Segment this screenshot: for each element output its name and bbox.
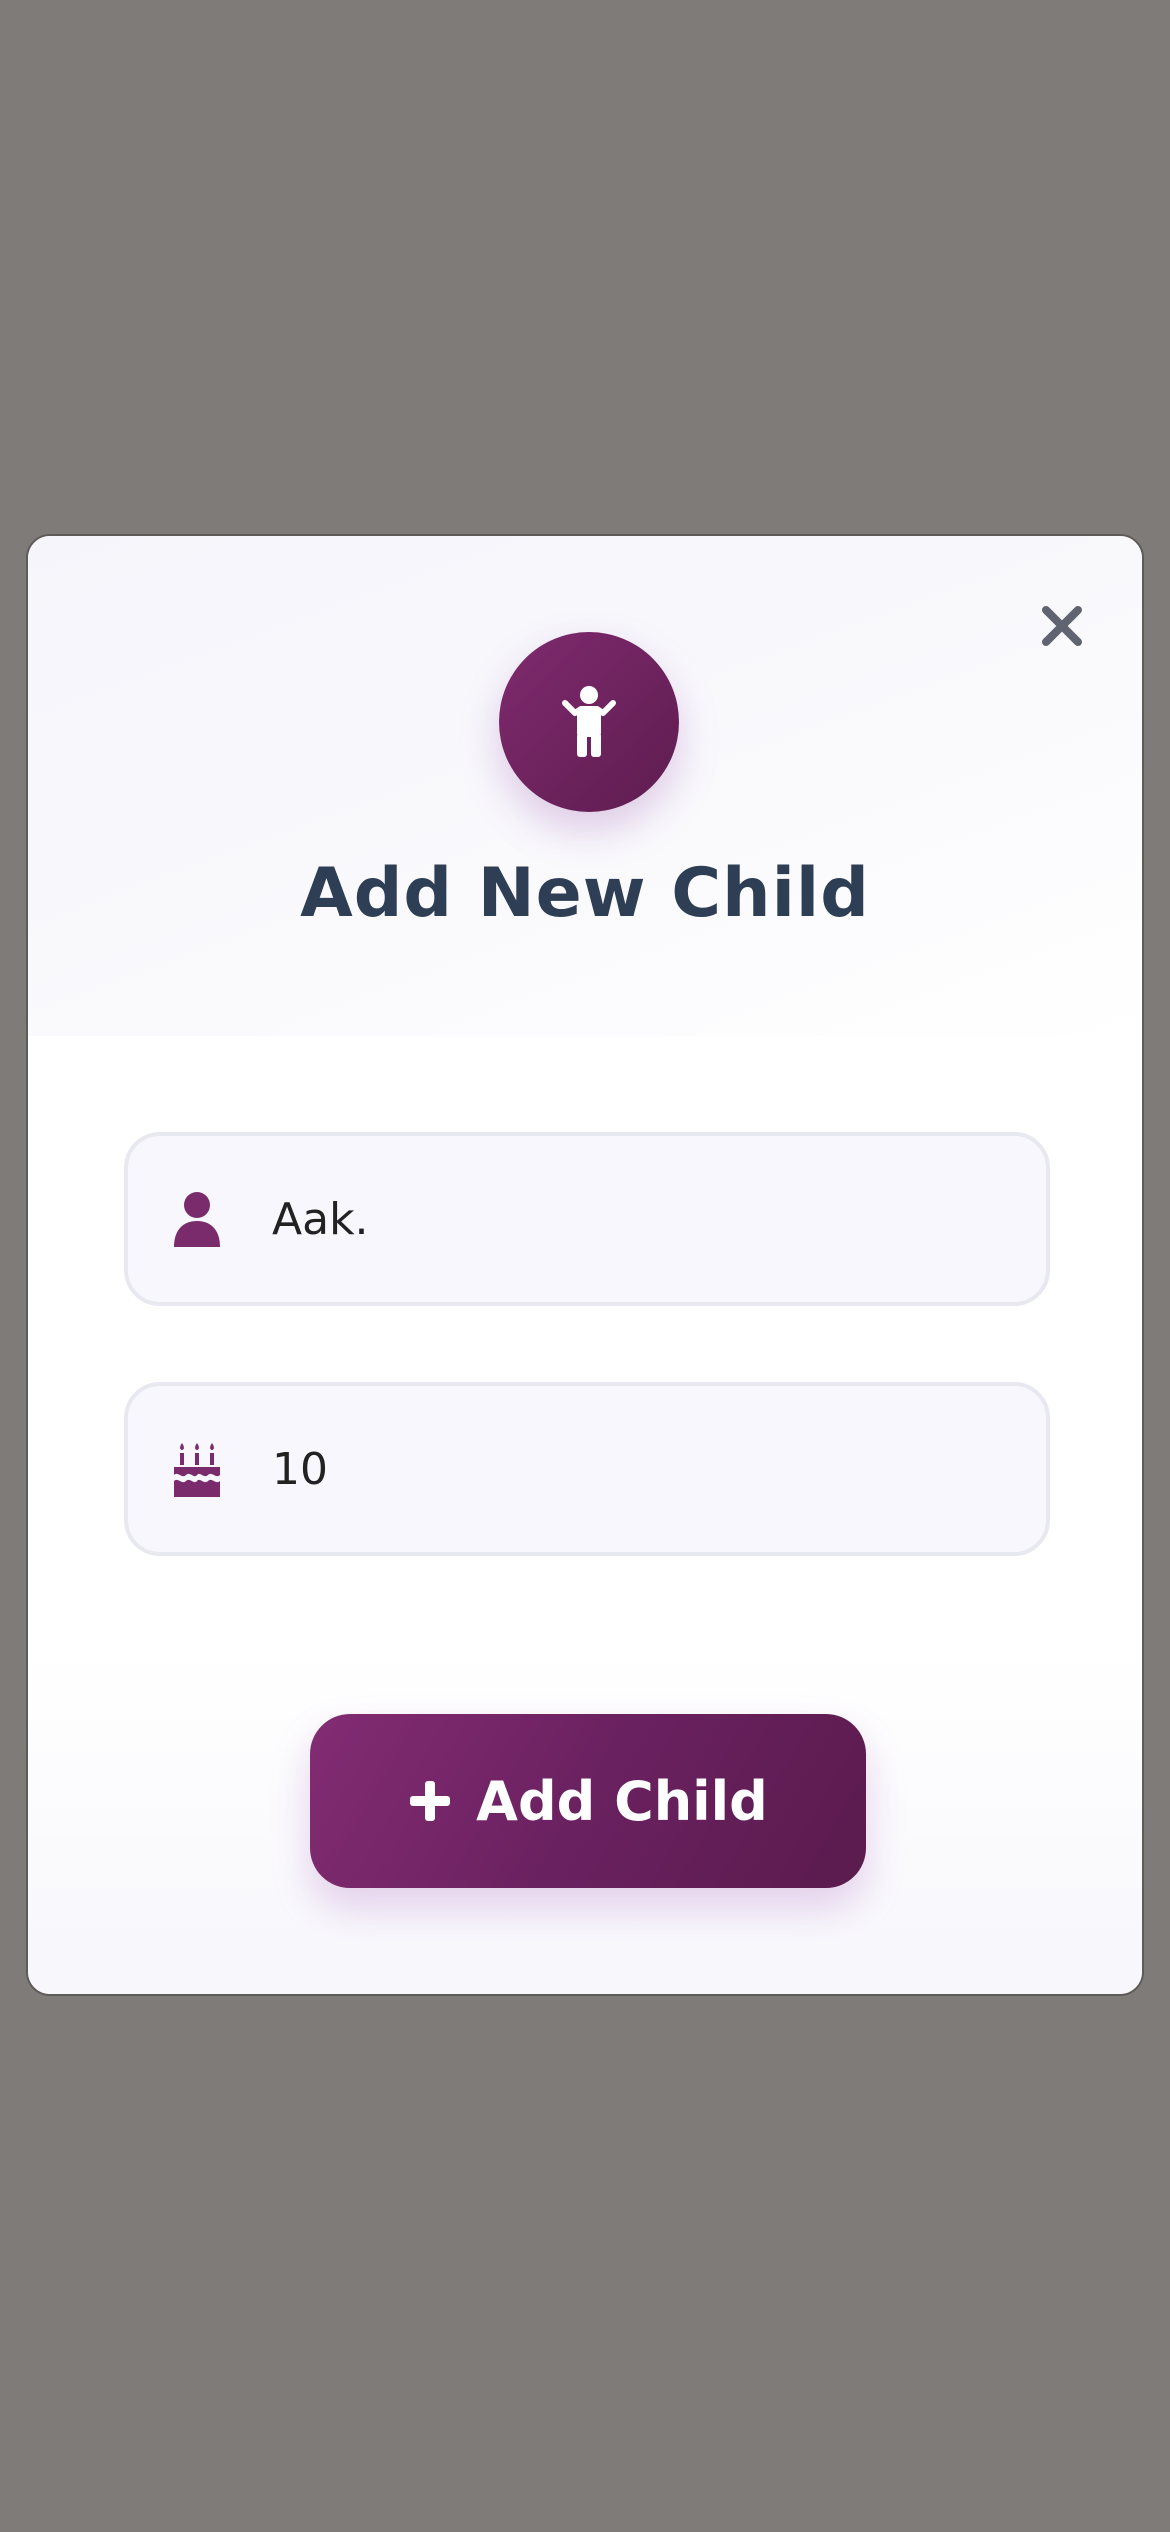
add-child-button[interactable]: Add Child — [310, 1714, 866, 1888]
close-button[interactable] — [1038, 602, 1086, 650]
child-icon — [562, 686, 616, 757]
add-child-button-label: Add Child — [476, 1769, 768, 1833]
birthday-cake-icon — [174, 1443, 220, 1497]
user-icon — [174, 1192, 220, 1247]
add-child-modal: Add New Child Add Child — [26, 534, 1144, 1996]
plus-icon — [410, 1781, 451, 1821]
child-age-input[interactable] — [272, 1386, 992, 1552]
child-name-input[interactable] — [272, 1136, 992, 1302]
modal-title: Add New Child — [300, 854, 870, 933]
child-age-field[interactable] — [124, 1382, 1050, 1556]
child-name-field[interactable] — [124, 1132, 1050, 1306]
close-icon — [1042, 606, 1082, 646]
child-avatar — [499, 632, 679, 812]
